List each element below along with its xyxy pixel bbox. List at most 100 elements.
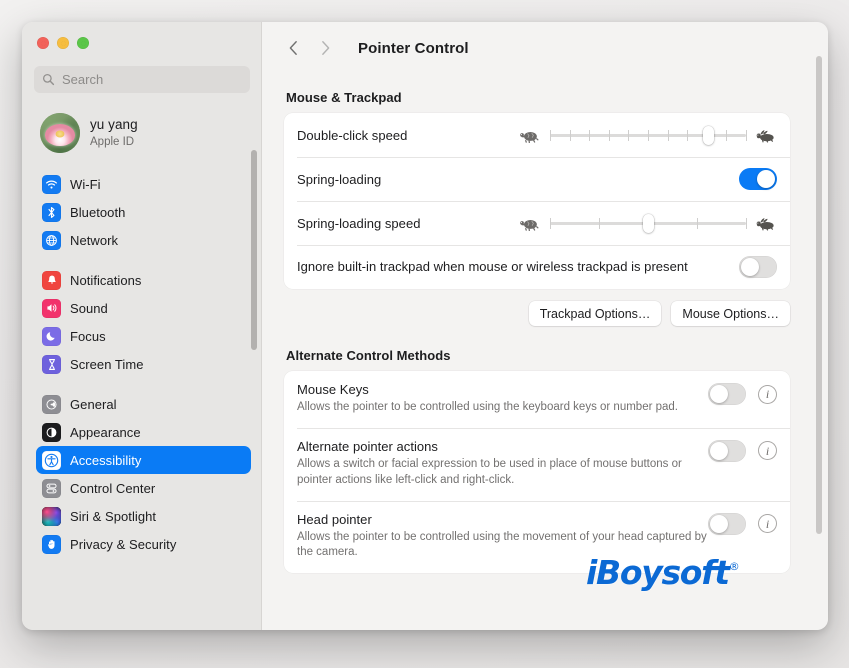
sidebar-item-label: Wi-Fi <box>70 176 101 192</box>
sidebar-item-label: Appearance <box>70 424 141 440</box>
row-label: Spring-loading speed <box>297 215 421 231</box>
mouse-keys-toggle[interactable] <box>708 383 746 405</box>
accessibility-icon <box>42 450 61 470</box>
spring-loading-toggle[interactable] <box>739 168 777 190</box>
head-pointer-toggle[interactable] <box>708 512 746 535</box>
slider-tick <box>550 218 551 229</box>
sidebar-item-screen-time[interactable]: Screen Time <box>36 350 251 378</box>
sidebar-item-notifications[interactable]: Notifications <box>36 266 251 294</box>
slider-tick <box>569 130 571 141</box>
sidebar-item-control-center[interactable]: Control Center <box>36 474 251 502</box>
row-spring-loading-speed: Spring-loading speed <box>284 201 790 245</box>
hare-icon <box>756 129 774 143</box>
sidebar-item-network[interactable]: Network <box>36 226 251 254</box>
search-icon <box>42 73 55 86</box>
slider-tick <box>746 218 747 229</box>
slider-tick <box>599 218 600 229</box>
system-settings-window: yu yang Apple ID Wi-Fi <box>22 22 828 630</box>
sidebar-item-appearance[interactable]: Appearance <box>36 418 251 446</box>
account-subtitle: Apple ID <box>90 135 135 148</box>
zoom-button[interactable] <box>77 37 89 49</box>
sidebar-item-bluetooth[interactable]: Bluetooth <box>36 198 251 226</box>
close-button[interactable] <box>37 37 49 49</box>
feature-title: Alternate pointer actions <box>297 438 438 454</box>
slider-tick <box>667 130 669 141</box>
settings-content: Mouse & Trackpad Double-click speed Spri… <box>262 74 828 630</box>
info-icon[interactable]: i <box>758 514 777 533</box>
page-title: Pointer Control <box>358 39 469 57</box>
search-field[interactable] <box>34 66 250 93</box>
slider-tick <box>746 130 747 141</box>
account-row[interactable]: yu yang Apple ID <box>36 108 251 158</box>
sidebar-item-label: Notifications <box>70 272 142 288</box>
sidebar-item-focus[interactable]: Focus <box>36 322 251 350</box>
bell-icon <box>42 270 61 290</box>
sidebar-item-label: Control Center <box>70 480 156 496</box>
sidebar-item-accessibility[interactable]: Accessibility <box>36 446 251 474</box>
sidebar-item-label: Sound <box>70 300 108 316</box>
bluetooth-icon <box>42 202 61 222</box>
moon-icon <box>42 326 61 346</box>
info-icon[interactable]: i <box>758 441 777 460</box>
sidebar-group-system: General Appearance Accessibility Control… <box>22 390 261 558</box>
gear-icon <box>42 394 61 414</box>
sidebar: yu yang Apple ID Wi-Fi <box>22 22 262 630</box>
spring-loading-speed-slider[interactable] <box>550 214 747 233</box>
hare-icon <box>756 217 774 231</box>
sidebar-item-wi-fi[interactable]: Wi-Fi <box>36 170 251 198</box>
slider-tick <box>687 130 689 141</box>
slider-tick <box>648 130 649 141</box>
sidebar-item-label: Network <box>70 232 119 248</box>
feature-row-alternate-pointer-actions: Alternate pointer actions Allows a switc… <box>284 427 790 501</box>
sidebar-item-label: Screen Time <box>70 356 144 372</box>
hourglass-icon <box>42 354 61 374</box>
double-click-speed-slider[interactable] <box>550 126 747 145</box>
slider-tick <box>608 130 610 141</box>
hand-icon <box>42 534 61 554</box>
sidebar-group-connectivity: Wi-Fi Bluetooth Network <box>22 170 261 254</box>
feature-row-head-pointer: Head pointer Allows the pointer to be co… <box>284 500 790 574</box>
slider-tick <box>697 218 698 229</box>
slider-thumb[interactable] <box>703 126 715 145</box>
search-input[interactable] <box>62 72 222 87</box>
mouse-options-button[interactable]: Mouse Options… <box>671 301 790 326</box>
sidebar-item-label: Focus <box>70 328 106 344</box>
main-pane: Pointer Control Mouse & Trackpad Double-… <box>262 22 828 630</box>
minimize-button[interactable] <box>57 37 69 49</box>
forward-chevron-icon <box>321 41 329 55</box>
sidebar-item-siri-and-spotlight[interactable]: Siri & Spotlight <box>36 502 251 530</box>
sidebar-item-label: General <box>70 396 117 412</box>
feature-description: Allows the pointer to be controlled usin… <box>297 530 707 559</box>
speaker-icon <box>42 298 61 318</box>
ignore-builtin-trackpad-toggle[interactable] <box>739 256 777 278</box>
feature-row-mouse-keys: Mouse Keys Allows the pointer to be cont… <box>284 371 790 428</box>
alternate-control-methods-card: Mouse Keys Allows the pointer to be cont… <box>284 371 790 574</box>
alternate-pointer-actions-toggle[interactable] <box>708 439 746 462</box>
back-button[interactable] <box>280 35 306 61</box>
row-label: Spring-loading <box>297 171 382 187</box>
globe-icon <box>42 230 61 250</box>
sidebar-item-sound[interactable]: Sound <box>36 294 251 322</box>
slider-tick <box>726 130 728 141</box>
row-spring-loading: Spring-loading <box>284 157 790 201</box>
traffic-light-buttons <box>37 37 89 49</box>
avatar <box>40 113 80 153</box>
main-scrollbar[interactable] <box>816 56 822 534</box>
navigation-bar: Pointer Control <box>262 22 828 74</box>
feature-description: Allows the pointer to be controlled usin… <box>297 401 678 413</box>
sidebar-scrollbar[interactable] <box>251 150 257 350</box>
slider-thumb[interactable] <box>642 214 654 233</box>
forward-button[interactable] <box>312 35 338 61</box>
sidebar-item-privacy-and-security[interactable]: Privacy & Security <box>36 530 251 558</box>
account-name: yu yang <box>90 117 138 133</box>
turtle-icon <box>520 131 539 143</box>
sidebar-item-general[interactable]: General <box>36 390 251 418</box>
trackpad-options-button[interactable]: Trackpad Options… <box>528 301 662 326</box>
sidebar-item-label: Bluetooth <box>70 204 126 220</box>
sidebar-item-label: Accessibility <box>70 452 142 468</box>
info-icon[interactable]: i <box>758 385 777 404</box>
back-chevron-icon <box>289 41 297 55</box>
section-heading-mouse-trackpad: Mouse & Trackpad <box>286 90 402 105</box>
slider-tick <box>589 130 591 141</box>
sidebar-item-label: Privacy & Security <box>70 536 177 552</box>
